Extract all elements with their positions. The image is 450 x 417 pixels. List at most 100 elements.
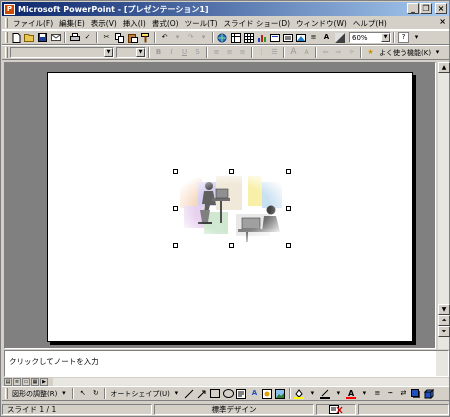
copy-icon[interactable] [114, 32, 125, 43]
notes-pane[interactable]: クリックしてノートを入力 [4, 350, 449, 377]
resize-handle-bottom-right[interactable] [286, 243, 291, 248]
save-icon[interactable] [37, 32, 48, 43]
horizontal-scrollbar[interactable] [53, 377, 449, 386]
previous-slide-button[interactable]: ⏶ [438, 315, 450, 326]
arrow-icon[interactable] [197, 388, 208, 399]
free-rotate-icon[interactable]: ↻ [90, 388, 101, 399]
scroll-down-button[interactable]: ▼ [438, 304, 450, 315]
resize-handle-top-left[interactable] [173, 169, 178, 174]
menubar-grip[interactable] [5, 18, 8, 28]
align-center-icon[interactable]: ≡ [224, 47, 235, 58]
toolbar-grip[interactable] [5, 32, 8, 43]
3d-icon[interactable] [424, 388, 435, 399]
print-icon[interactable] [69, 32, 80, 43]
powerpoint-app-icon[interactable]: P [4, 3, 15, 15]
resize-handle-left[interactable] [173, 206, 178, 211]
menu-help[interactable]: ヘルプ(H) [350, 18, 390, 29]
arrow-style-icon[interactable]: ⇄ [398, 388, 409, 399]
animation-effects-icon[interactable]: ✧ [346, 47, 357, 58]
fill-color-icon[interactable] [294, 388, 305, 399]
insert-table-icon[interactable] [243, 32, 254, 43]
grayscale-icon[interactable] [334, 32, 345, 43]
toolbar-grip[interactable] [5, 388, 8, 399]
demote-icon[interactable]: ⇨ [333, 47, 344, 58]
dropdown-arrow-icon[interactable]: ▾ [359, 388, 370, 399]
cut-icon[interactable]: ✂ [101, 32, 112, 43]
oval-icon[interactable] [222, 388, 234, 399]
minimize-button[interactable]: _ [407, 3, 419, 14]
zoom-combobox[interactable]: 60% ▼ [349, 32, 391, 43]
line-style-icon[interactable]: ≡ [372, 388, 383, 399]
shrink-font-button[interactable]: A [301, 47, 312, 58]
menu-insert[interactable]: 挿入(I) [120, 18, 149, 29]
autoshapes-menu-button[interactable]: オートシェイプ(U) [110, 389, 170, 399]
resize-handle-bottom[interactable] [229, 243, 234, 248]
menu-tools[interactable]: ツール(T) [182, 18, 221, 29]
scroll-up-button[interactable]: ▲ [438, 62, 450, 73]
align-right-icon[interactable]: ≡ [237, 47, 248, 58]
title-bar[interactable]: P Microsoft PowerPoint - [プレゼンテーション1] _ … [2, 2, 449, 16]
help-icon[interactable]: ? [398, 32, 409, 43]
common-tasks-button[interactable]: よく使う機能(K) [379, 48, 431, 58]
insert-chart-icon[interactable] [256, 32, 267, 43]
dropdown-arrow-icon[interactable]: ▾ [58, 388, 69, 399]
resize-handle-top-right[interactable] [286, 169, 291, 174]
apply-design-icon[interactable] [295, 32, 306, 43]
outline-view-icon[interactable]: ≡ [13, 377, 21, 386]
slide-show-view-icon[interactable]: ▶ [40, 377, 48, 386]
shadow-icon[interactable] [411, 388, 422, 399]
dropdown-arrow-icon[interactable]: ▾ [172, 32, 183, 43]
draw-menu-button[interactable]: 図形の調整(R) [12, 389, 57, 399]
font-color-icon[interactable]: A [346, 388, 357, 399]
chevron-down-icon[interactable]: ▼ [136, 48, 145, 57]
undo-icon[interactable]: ↶ [159, 32, 170, 43]
wordart-icon[interactable]: A [249, 388, 260, 399]
resize-handle-bottom-left[interactable] [173, 243, 178, 248]
next-slide-button[interactable]: ⏷ [438, 326, 450, 337]
slide-layout-icon[interactable] [282, 32, 293, 43]
line-color-icon[interactable] [320, 388, 331, 399]
menu-edit[interactable]: 編集(E) [56, 18, 88, 29]
menu-file[interactable]: ファイル(F) [10, 18, 56, 29]
toolbar-grip[interactable] [5, 47, 8, 58]
people-at-computers-clipart[interactable] [176, 172, 289, 245]
open-icon[interactable] [24, 32, 35, 43]
redo-icon[interactable]: ↷ [185, 32, 196, 43]
grow-font-button[interactable]: A [288, 47, 299, 58]
select-objects-icon[interactable]: ↖ [77, 388, 88, 399]
resize-handle-right[interactable] [286, 206, 291, 211]
bullets-icon[interactable]: ☰ [269, 47, 280, 58]
text-box-icon[interactable] [236, 388, 247, 399]
dropdown-arrow-icon[interactable]: ▾ [171, 388, 182, 399]
dash-style-icon[interactable]: ┅ [385, 388, 396, 399]
numbering-icon[interactable]: ⋮ [256, 47, 267, 58]
expand-icon[interactable]: ≡ [308, 32, 319, 43]
underline-button[interactable]: U [179, 47, 190, 58]
common-tasks-icon[interactable]: ★ [365, 47, 376, 58]
menu-window[interactable]: ウィンドウ(W) [293, 18, 350, 29]
menu-slideshow[interactable]: スライド ショー(D) [221, 18, 294, 29]
insert-clipart-icon[interactable] [262, 388, 273, 399]
vertical-scrollbar[interactable]: ▲ ⏶ ⏷ ▼ [437, 62, 450, 349]
normal-view-icon[interactable]: ▤ [4, 377, 12, 386]
dropdown-arrow-icon[interactable]: ▾ [198, 32, 209, 43]
resize-handle-top[interactable] [229, 169, 234, 174]
tables-borders-icon[interactable] [230, 32, 241, 43]
slide-canvas[interactable] [47, 72, 413, 342]
rectangle-icon[interactable] [210, 388, 221, 399]
new-icon[interactable] [11, 32, 22, 43]
insert-picture-icon[interactable] [275, 388, 286, 399]
new-slide-icon[interactable] [269, 32, 280, 43]
dropdown-arrow-icon[interactable]: ▾ [411, 32, 422, 43]
menu-view[interactable]: 表示(V) [88, 18, 120, 29]
font-size-combobox[interactable]: ▼ [116, 47, 146, 58]
menu-format[interactable]: 書式(O) [149, 18, 182, 29]
show-formatting-icon[interactable]: A [321, 32, 332, 43]
hyperlink-icon[interactable] [217, 32, 228, 43]
email-icon[interactable] [50, 32, 61, 43]
slide-sorter-view-icon[interactable]: ▦ [31, 377, 39, 386]
close-button[interactable]: × [435, 3, 447, 14]
chevron-down-icon[interactable]: ▼ [104, 48, 113, 57]
paste-icon[interactable] [127, 32, 138, 43]
line-icon[interactable] [184, 388, 195, 399]
